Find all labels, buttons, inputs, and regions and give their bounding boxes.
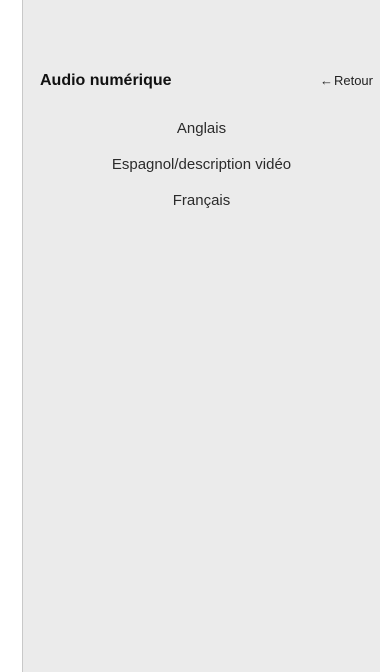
option-anglais[interactable]: Anglais — [23, 117, 380, 153]
option-espagnol-description-video[interactable]: Espagnol/description vidéo — [23, 153, 380, 189]
audio-menu-panel: Audio numérique ←Retour Anglais Espagnol… — [22, 0, 380, 672]
arrow-left-icon: ← — [319, 73, 333, 88]
back-button[interactable]: ←Retour — [320, 73, 373, 88]
page-title: Audio numérique — [40, 72, 172, 89]
audio-options-list: Anglais Espagnol/description vidéo Franç… — [23, 117, 380, 225]
back-label: Retour — [333, 73, 373, 88]
option-francais[interactable]: Français — [23, 189, 380, 225]
menu-header: Audio numérique ←Retour — [40, 70, 373, 94]
